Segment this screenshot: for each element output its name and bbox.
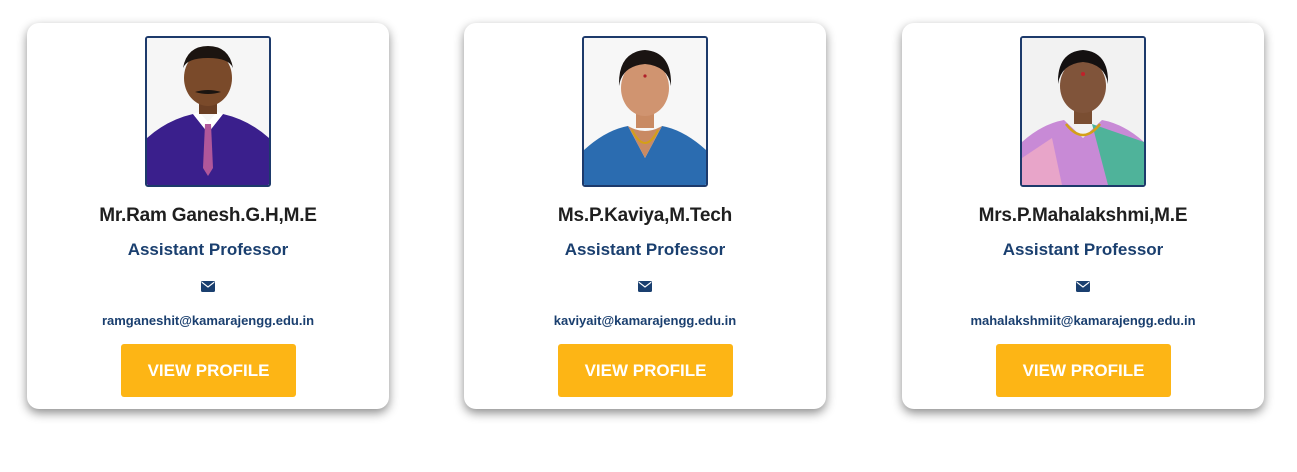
faculty-name: Mrs.P.Mahalakshmi,M.E: [978, 205, 1188, 226]
faculty-card: Mrs.P.Mahalakshmi,M.E Assistant Professo…: [902, 23, 1264, 409]
view-profile-button[interactable]: VIEW PROFILE: [558, 344, 733, 397]
envelope-icon: [638, 281, 652, 292]
faculty-card: Ms.P.Kaviya,M.Tech Assistant Professor k…: [464, 23, 826, 409]
envelope-icon: [1076, 281, 1090, 292]
faculty-name: Ms.P.Kaviya,M.Tech: [557, 205, 733, 226]
view-profile-button[interactable]: VIEW PROFILE: [121, 344, 296, 397]
faculty-photo-image: [584, 38, 706, 185]
faculty-designation: Assistant Professor: [127, 240, 289, 259]
faculty-photo: [1020, 36, 1146, 187]
faculty-designation: Assistant Professor: [564, 240, 726, 259]
faculty-photo-image: [1022, 38, 1144, 185]
faculty-designation: Assistant Professor: [1002, 240, 1164, 259]
faculty-photo: [582, 36, 708, 187]
view-profile-button[interactable]: VIEW PROFILE: [996, 344, 1171, 397]
faculty-name: Mr.Ram Ganesh.G.H,M.E: [99, 205, 317, 226]
faculty-email[interactable]: ramganeshit@kamarajengg.edu.in: [27, 313, 389, 328]
envelope-icon: [201, 281, 215, 292]
faculty-photo: [145, 36, 271, 187]
faculty-photo-image: [147, 38, 269, 185]
faculty-card: Mr.Ram Ganesh.G.H,M.E Assistant Professo…: [27, 23, 389, 409]
faculty-email[interactable]: mahalakshmiit@kamarajengg.edu.in: [902, 313, 1264, 328]
faculty-email[interactable]: kaviyait@kamarajengg.edu.in: [464, 313, 826, 328]
